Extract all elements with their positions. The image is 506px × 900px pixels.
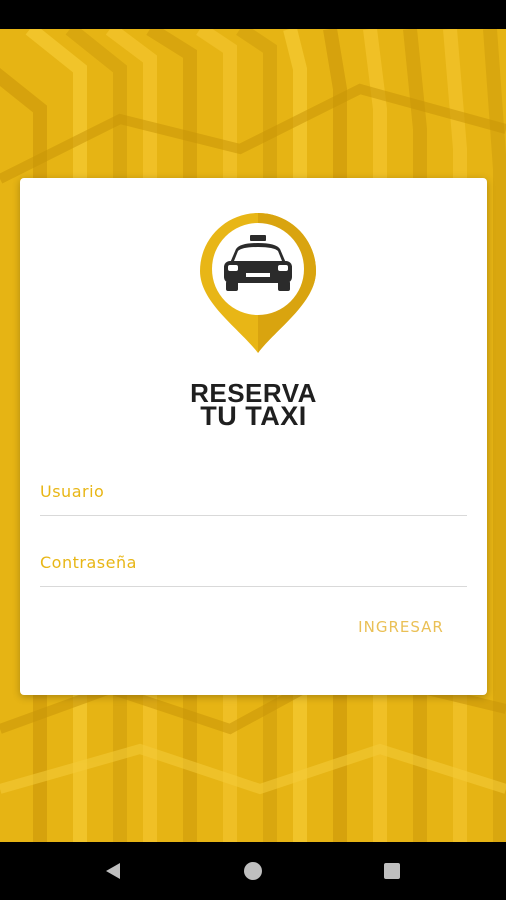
status-bar [0, 0, 506, 29]
password-placeholder: Contraseña [40, 553, 137, 572]
brand-line-2: TU TAXI [200, 401, 307, 431]
back-triangle-icon[interactable] [103, 861, 123, 881]
login-button[interactable]: INGRESAR [346, 614, 456, 640]
taxi-location-pin-icon [196, 211, 320, 356]
username-placeholder: Usuario [40, 482, 105, 501]
username-field[interactable]: Usuario [40, 475, 467, 516]
home-circle-icon[interactable] [244, 862, 262, 880]
recent-apps-square-icon[interactable] [384, 863, 400, 879]
system-nav-bar [0, 842, 506, 900]
password-field[interactable]: Contraseña [40, 546, 467, 587]
login-card: RESERVA TU TAXI Usuario Contraseña INGRE… [20, 178, 487, 695]
